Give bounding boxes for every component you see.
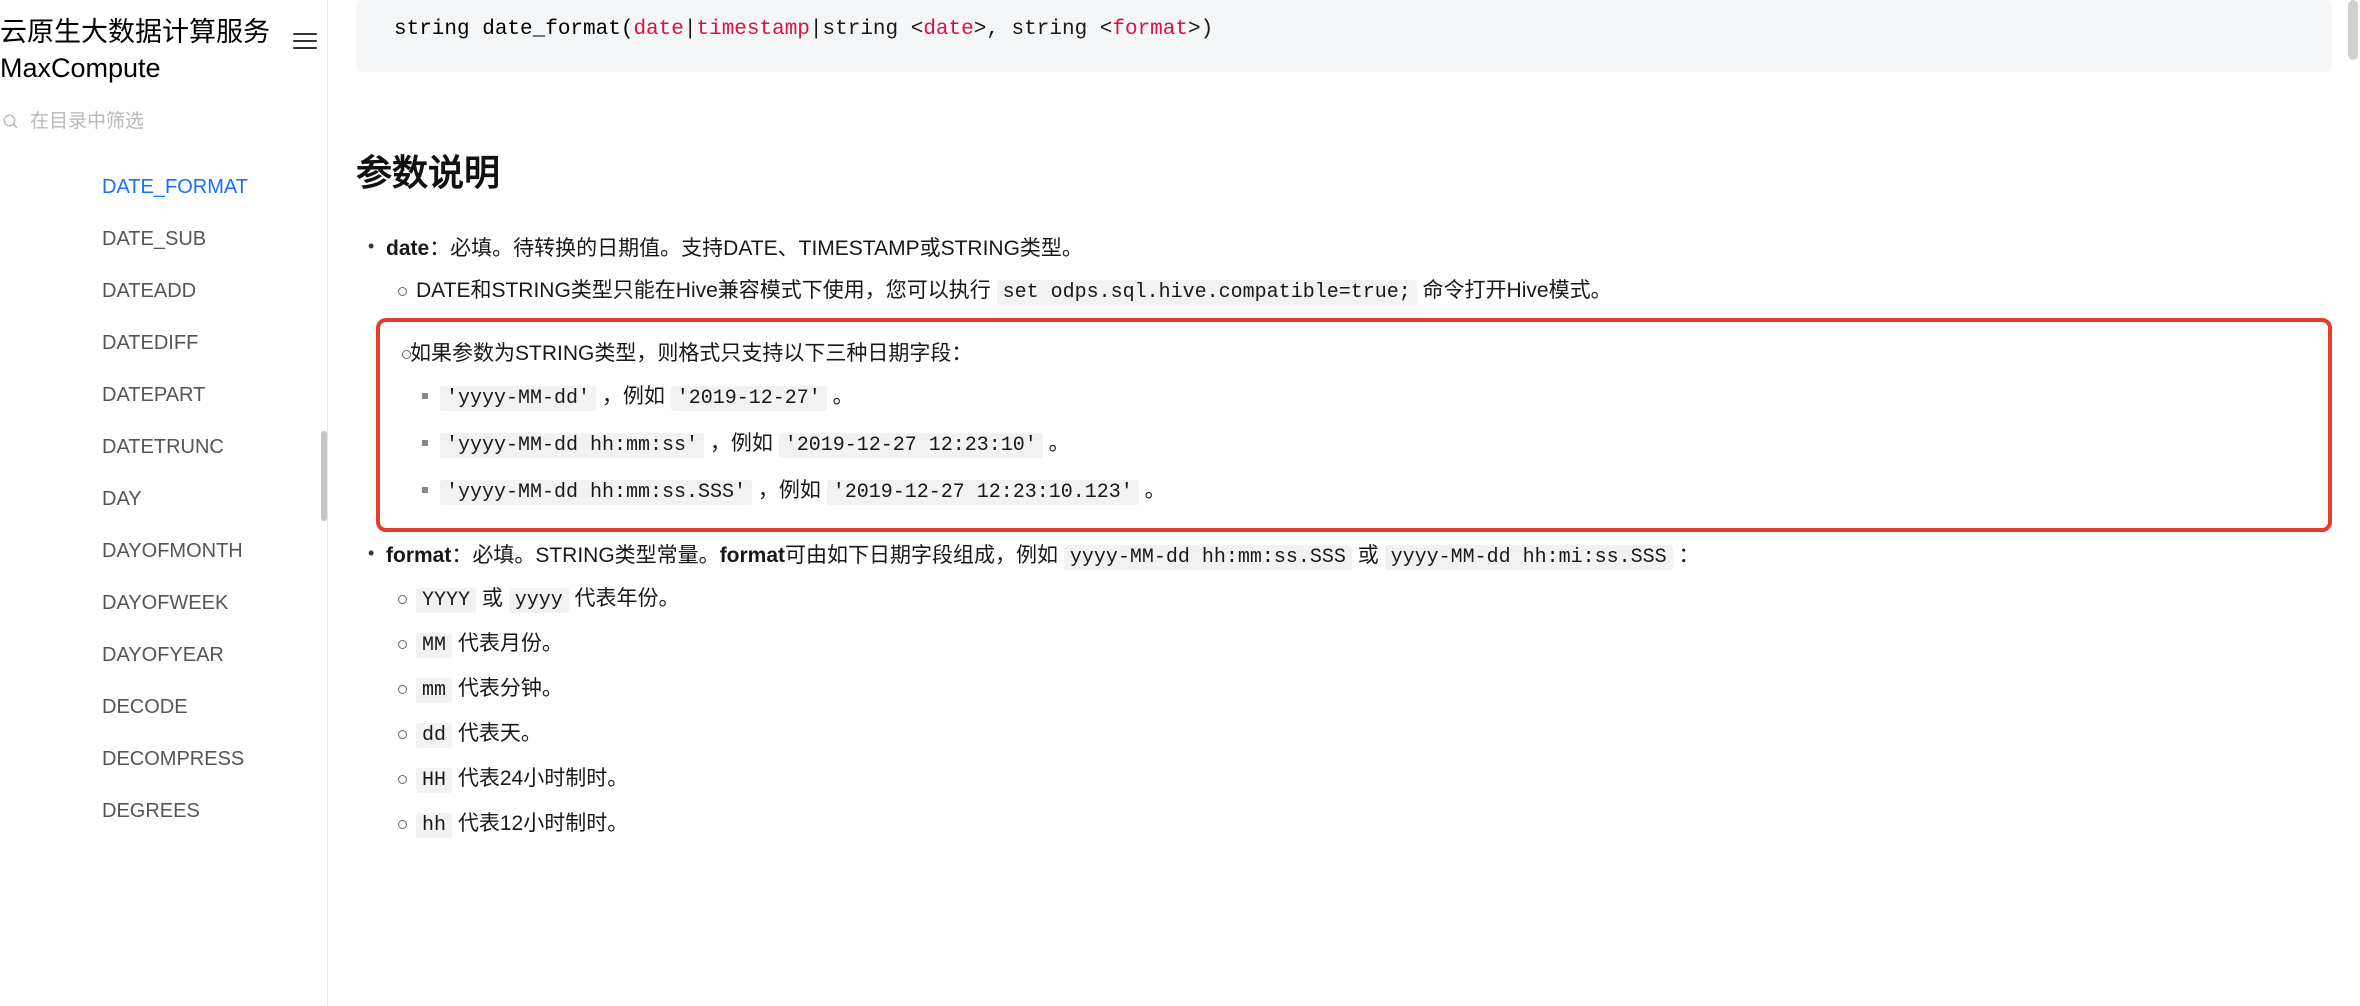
param-date: date：必填。待转换的日期值。支持DATE、TIMESTAMP或STRING类… [386, 231, 2332, 532]
format-token-dd: dd 代表天。 [416, 716, 2332, 753]
nav-item-date-format[interactable]: DATE_FORMAT [0, 161, 327, 213]
format-token-hh-lower: hh 代表12小时制时。 [416, 806, 2332, 843]
nav-item-dayofyear[interactable]: DAYOFYEAR [0, 629, 327, 681]
nav-item-datediff[interactable]: DATEDIFF [0, 317, 327, 369]
nav-item-date-sub[interactable]: DATE_SUB [0, 213, 327, 265]
format-ex-3: 'yyyy-MM-dd hh:mm:ss.SSS' ，例如 '2019-12-2… [440, 473, 2318, 510]
param-name: format [386, 544, 451, 567]
menu-icon[interactable] [293, 28, 317, 54]
format-token-mm-lower: mm 代表分钟。 [416, 671, 2332, 708]
param-format: format：必填。STRING类型常量。format可由如下日期字段组成，例如… [386, 538, 2332, 843]
nav-item-decompress[interactable]: DECOMPRESS [0, 733, 327, 785]
nav-item-degrees[interactable]: DEGREES [0, 785, 327, 837]
nav-item-dateadd[interactable]: DATEADD [0, 265, 327, 317]
nav-list: DATE_FORMAT DATE_SUB DATEADD DATEDIFF DA… [0, 143, 327, 1006]
code-text: string date_format( [394, 18, 633, 41]
sidebar: 云原生大数据计算服务MaxCompute DATE_FORMAT DATE_SU… [0, 0, 328, 1006]
format-token-mm-upper: MM 代表月份。 [416, 626, 2332, 663]
product-title: 云原生大数据计算服务MaxCompute [0, 14, 293, 87]
nav-item-decode[interactable]: DECODE [0, 681, 327, 733]
highlight-box: 如果参数为STRING类型，则格式只支持以下三种日期字段： 'yyyy-MM-d… [376, 318, 2332, 533]
sidebar-search[interactable] [0, 101, 327, 143]
code-type: date [923, 18, 973, 41]
section-title-params: 参数说明 [356, 142, 2332, 203]
format-token-yyyy: YYYY 或 yyyy 代表年份。 [416, 581, 2332, 618]
page-scrollbar[interactable] [2348, 0, 2358, 60]
code-type: timestamp [696, 18, 809, 41]
syntax-code-block: string date_format(date|timestamp|string… [356, 0, 2332, 72]
search-icon [2, 113, 20, 131]
code-type: date [633, 18, 683, 41]
format-ex-2: 'yyyy-MM-dd hh:mm:ss' ，例如 '2019-12-27 12… [440, 426, 2318, 463]
format-token-hh-upper: HH 代表24小时制时。 [416, 761, 2332, 798]
nav-item-dayofmonth[interactable]: DAYOFMONTH [0, 525, 327, 577]
param-date-note-hive: DATE和STRING类型只能在Hive兼容模式下使用，您可以执行 set od… [416, 273, 2332, 310]
param-name: date [386, 237, 429, 260]
nav-item-datetrunc[interactable]: DATETRUNC [0, 421, 327, 473]
nav-item-dayofweek[interactable]: DAYOFWEEK [0, 577, 327, 629]
param-date-string-formats: 如果参数为STRING类型，则格式只支持以下三种日期字段： 'yyyy-MM-d… [410, 336, 2318, 511]
main-content: string date_format(date|timestamp|string… [328, 0, 2360, 1006]
code-inline: set odps.sql.hive.compatible=true; [997, 280, 1417, 305]
sidebar-scrollbar[interactable] [321, 431, 327, 521]
format-ex-1: 'yyyy-MM-dd' ，例如 '2019-12-27' 。 [440, 379, 2318, 416]
code-type: format [1112, 18, 1188, 41]
search-input[interactable] [30, 111, 327, 133]
nav-item-datepart[interactable]: DATEPART [0, 369, 327, 421]
nav-item-day[interactable]: DAY [0, 473, 327, 525]
